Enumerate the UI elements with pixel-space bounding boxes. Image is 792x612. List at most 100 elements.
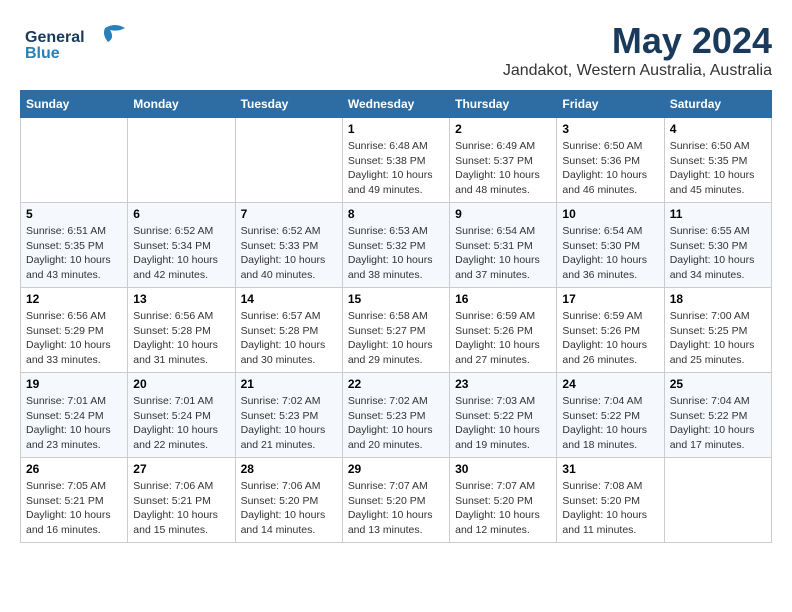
day-info: Sunrise: 6:59 AM Sunset: 5:26 PM Dayligh… [455, 309, 551, 368]
weekday-header: Friday [557, 91, 664, 118]
calendar-cell: 11Sunrise: 6:55 AM Sunset: 5:30 PM Dayli… [664, 203, 771, 288]
calendar-cell: 2 Sunrise: 6:49 AM Sunset: 5:37 PM Daylig… [450, 118, 557, 203]
day-number: 5 [26, 207, 122, 221]
day-info: Sunrise: 6:53 AM Sunset: 5:32 PM Dayligh… [348, 224, 444, 283]
day-number: 1 [348, 122, 444, 136]
day-info: Sunrise: 6:56 AM Sunset: 5:29 PM Dayligh… [26, 309, 122, 368]
day-number: 13 [133, 292, 229, 306]
day-number: 19 [26, 377, 122, 391]
calendar-cell: 5 Sunrise: 6:51 AM Sunset: 5:35 PM Daylig… [21, 203, 128, 288]
calendar-cell: 23Sunrise: 7:03 AM Sunset: 5:22 PM Dayli… [450, 373, 557, 458]
day-number: 17 [562, 292, 658, 306]
day-info: Sunrise: 7:07 AM Sunset: 5:20 PM Dayligh… [348, 479, 444, 538]
day-info: Sunrise: 6:50 AM Sunset: 5:35 PM Dayligh… [670, 139, 766, 198]
logo-text: General Blue [20, 20, 140, 70]
calendar-cell [664, 458, 771, 543]
calendar-cell: 24 Sunrise: 7:04 AM Sunset: 5:22 PM Dayli… [557, 373, 664, 458]
calendar-cell: 17 Sunrise: 6:59 AM Sunset: 5:26 PM Dayli… [557, 288, 664, 373]
day-number: 31 [562, 462, 658, 476]
day-number: 22 [348, 377, 444, 391]
day-number: 10 [562, 207, 658, 221]
day-number: 20 [133, 377, 229, 391]
day-number: 28 [241, 462, 337, 476]
day-info: Sunrise: 6:54 AM Sunset: 5:30 PM Dayligh… [562, 224, 658, 283]
day-number: 7 [241, 207, 337, 221]
day-number: 24 [562, 377, 658, 391]
day-number: 8 [348, 207, 444, 221]
day-info: Sunrise: 6:51 AM Sunset: 5:35 PM Dayligh… [26, 224, 122, 283]
day-info: Sunrise: 6:58 AM Sunset: 5:27 PM Dayligh… [348, 309, 444, 368]
day-info: Sunrise: 6:49 AM Sunset: 5:37 PM Dayligh… [455, 139, 551, 198]
day-info: Sunrise: 7:01 AM Sunset: 5:24 PM Dayligh… [133, 394, 229, 453]
calendar-cell: 1 Sunrise: 6:48 AM Sunset: 5:38 PM Daylig… [342, 118, 449, 203]
day-info: Sunrise: 6:50 AM Sunset: 5:36 PM Dayligh… [562, 139, 658, 198]
day-info: Sunrise: 6:59 AM Sunset: 5:26 PM Dayligh… [562, 309, 658, 368]
calendar-week-row: 1 Sunrise: 6:48 AM Sunset: 5:38 PM Daylig… [21, 118, 772, 203]
calendar-table: SundayMondayTuesdayWednesdayThursdayFrid… [20, 90, 772, 543]
calendar-cell: 31 Sunrise: 7:08 AM Sunset: 5:20 PM Dayli… [557, 458, 664, 543]
calendar-cell: 8 Sunrise: 6:53 AM Sunset: 5:32 PM Daylig… [342, 203, 449, 288]
day-number: 12 [26, 292, 122, 306]
weekday-header: Monday [128, 91, 235, 118]
svg-text:General: General [25, 29, 85, 46]
calendar-week-row: 26Sunrise: 7:05 AM Sunset: 5:21 PM Dayli… [21, 458, 772, 543]
day-info: Sunrise: 7:06 AM Sunset: 5:20 PM Dayligh… [241, 479, 337, 538]
calendar-cell: 7 Sunrise: 6:52 AM Sunset: 5:33 PM Daylig… [235, 203, 342, 288]
calendar-cell: 27 Sunrise: 7:06 AM Sunset: 5:21 PM Dayli… [128, 458, 235, 543]
day-number: 2 [455, 122, 551, 136]
day-info: Sunrise: 7:02 AM Sunset: 5:23 PM Dayligh… [241, 394, 337, 453]
day-info: Sunrise: 7:01 AM Sunset: 5:24 PM Dayligh… [26, 394, 122, 453]
calendar-header-row: SundayMondayTuesdayWednesdayThursdayFrid… [21, 91, 772, 118]
day-number: 27 [133, 462, 229, 476]
day-info: Sunrise: 7:04 AM Sunset: 5:22 PM Dayligh… [670, 394, 766, 453]
calendar-cell: 26Sunrise: 7:05 AM Sunset: 5:21 PM Dayli… [21, 458, 128, 543]
calendar-cell: 6 Sunrise: 6:52 AM Sunset: 5:34 PM Daylig… [128, 203, 235, 288]
day-number: 3 [562, 122, 658, 136]
calendar-cell: 4 Sunrise: 6:50 AM Sunset: 5:35 PM Daylig… [664, 118, 771, 203]
svg-text:Blue: Blue [25, 45, 60, 62]
calendar-cell [128, 118, 235, 203]
weekday-header: Wednesday [342, 91, 449, 118]
day-number: 4 [670, 122, 766, 136]
day-info: Sunrise: 7:02 AM Sunset: 5:23 PM Dayligh… [348, 394, 444, 453]
calendar-cell: 10 Sunrise: 6:54 AM Sunset: 5:30 PM Dayli… [557, 203, 664, 288]
day-info: Sunrise: 7:03 AM Sunset: 5:22 PM Dayligh… [455, 394, 551, 453]
calendar-cell: 20 Sunrise: 7:01 AM Sunset: 5:24 PM Dayli… [128, 373, 235, 458]
calendar-cell: 16Sunrise: 6:59 AM Sunset: 5:26 PM Dayli… [450, 288, 557, 373]
location: Jandakot, Western Australia, Australia [503, 62, 772, 80]
calendar-week-row: 19 Sunrise: 7:01 AM Sunset: 5:24 PM Dayli… [21, 373, 772, 458]
calendar-cell: 29 Sunrise: 7:07 AM Sunset: 5:20 PM Dayli… [342, 458, 449, 543]
day-number: 30 [455, 462, 551, 476]
day-number: 21 [241, 377, 337, 391]
calendar-cell: 25Sunrise: 7:04 AM Sunset: 5:22 PM Dayli… [664, 373, 771, 458]
day-info: Sunrise: 7:08 AM Sunset: 5:20 PM Dayligh… [562, 479, 658, 538]
day-info: Sunrise: 6:55 AM Sunset: 5:30 PM Dayligh… [670, 224, 766, 283]
day-info: Sunrise: 6:48 AM Sunset: 5:38 PM Dayligh… [348, 139, 444, 198]
day-info: Sunrise: 7:04 AM Sunset: 5:22 PM Dayligh… [562, 394, 658, 453]
calendar-cell: 13Sunrise: 6:56 AM Sunset: 5:28 PM Dayli… [128, 288, 235, 373]
day-number: 15 [348, 292, 444, 306]
day-number: 9 [455, 207, 551, 221]
day-info: Sunrise: 6:52 AM Sunset: 5:34 PM Dayligh… [133, 224, 229, 283]
page-header: General Blue May 2024 Jandakot, Western … [20, 20, 772, 80]
day-info: Sunrise: 7:06 AM Sunset: 5:21 PM Dayligh… [133, 479, 229, 538]
calendar-cell: 21 Sunrise: 7:02 AM Sunset: 5:23 PM Dayli… [235, 373, 342, 458]
weekday-header: Thursday [450, 91, 557, 118]
calendar-cell [235, 118, 342, 203]
calendar-cell: 12 Sunrise: 6:56 AM Sunset: 5:29 PM Dayli… [21, 288, 128, 373]
calendar-cell: 22 Sunrise: 7:02 AM Sunset: 5:23 PM Dayli… [342, 373, 449, 458]
month-title: May 2024 [503, 20, 772, 62]
weekday-header: Tuesday [235, 91, 342, 118]
day-info: Sunrise: 6:52 AM Sunset: 5:33 PM Dayligh… [241, 224, 337, 283]
calendar-cell: 28 Sunrise: 7:06 AM Sunset: 5:20 PM Dayli… [235, 458, 342, 543]
calendar-week-row: 5 Sunrise: 6:51 AM Sunset: 5:35 PM Daylig… [21, 203, 772, 288]
calendar-cell: 14Sunrise: 6:57 AM Sunset: 5:28 PM Dayli… [235, 288, 342, 373]
day-number: 26 [26, 462, 122, 476]
day-number: 6 [133, 207, 229, 221]
calendar-cell: 30Sunrise: 7:07 AM Sunset: 5:20 PM Dayli… [450, 458, 557, 543]
day-number: 29 [348, 462, 444, 476]
day-number: 18 [670, 292, 766, 306]
weekday-header: Saturday [664, 91, 771, 118]
calendar-cell: 9Sunrise: 6:54 AM Sunset: 5:31 PM Daylig… [450, 203, 557, 288]
calendar-cell: 18Sunrise: 7:00 AM Sunset: 5:25 PM Dayli… [664, 288, 771, 373]
